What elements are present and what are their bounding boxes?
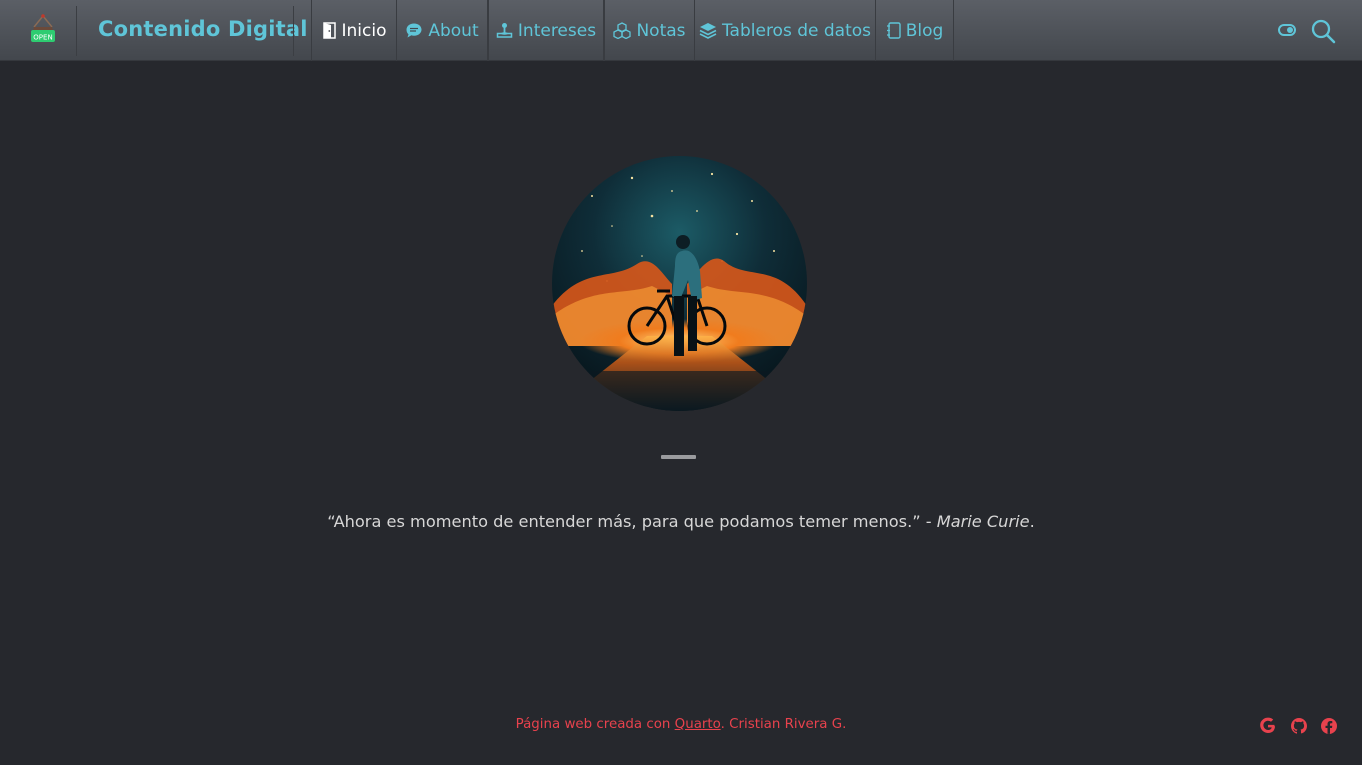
quarto-link[interactable]: Quarto: [675, 717, 721, 732]
nav-item-label: About: [428, 20, 479, 41]
quote-author: Marie Curie: [936, 512, 1030, 531]
search-icon[interactable]: [1310, 18, 1336, 44]
quote-body: “Ahora es momento de entender más, para …: [327, 512, 937, 531]
footer-credit: Página web creada con Quarto. Cristian R…: [0, 717, 1362, 732]
quote-text: “Ahora es momento de entender más, para …: [0, 512, 1362, 531]
chat-bubble-icon: [406, 23, 422, 38]
nav-item-tableros-de-datos[interactable]: Tableros de datos: [694, 0, 876, 61]
nav-item-label: Blog: [905, 20, 944, 41]
nav-item-label: Tableros de datos: [721, 20, 872, 41]
nav-item-intereses[interactable]: Intereses: [488, 0, 604, 61]
journal-icon: [886, 22, 901, 39]
google-icon[interactable]: [1259, 717, 1277, 735]
top-navbar: OPEN Contenido Digital Inicio About Inte…: [0, 0, 1362, 61]
footer-prefix: Página web creada con: [515, 717, 675, 732]
door-open-icon: [322, 22, 336, 39]
nav-item-about[interactable]: About: [396, 0, 488, 61]
logo-text: OPEN: [33, 34, 52, 42]
nav-separator: [76, 6, 77, 56]
brand-title[interactable]: Contenido Digital: [98, 17, 308, 41]
nav-item-label: Inicio: [341, 20, 387, 41]
layers-icon: [699, 23, 717, 39]
dark-mode-toggle[interactable]: [1278, 24, 1296, 36]
section-divider: [661, 455, 696, 459]
footer-suffix: . Cristian Rivera G.: [720, 717, 847, 732]
open-sign-logo-icon[interactable]: OPEN: [22, 13, 64, 47]
nav-item-notas[interactable]: Notas: [604, 0, 695, 61]
nav-item-label: Intereses: [517, 20, 597, 41]
nav-separator: [293, 6, 294, 56]
nav-item-inicio[interactable]: Inicio: [311, 0, 397, 61]
nav-item-blog[interactable]: Blog: [875, 0, 954, 61]
facebook-icon[interactable]: [1320, 717, 1338, 735]
profile-avatar-image: [552, 156, 807, 411]
boxes-icon: [613, 22, 632, 39]
joystick-icon: [496, 23, 513, 38]
github-icon[interactable]: [1290, 717, 1308, 735]
quote-end: .: [1029, 512, 1035, 531]
nav-item-label: Notas: [636, 20, 686, 41]
